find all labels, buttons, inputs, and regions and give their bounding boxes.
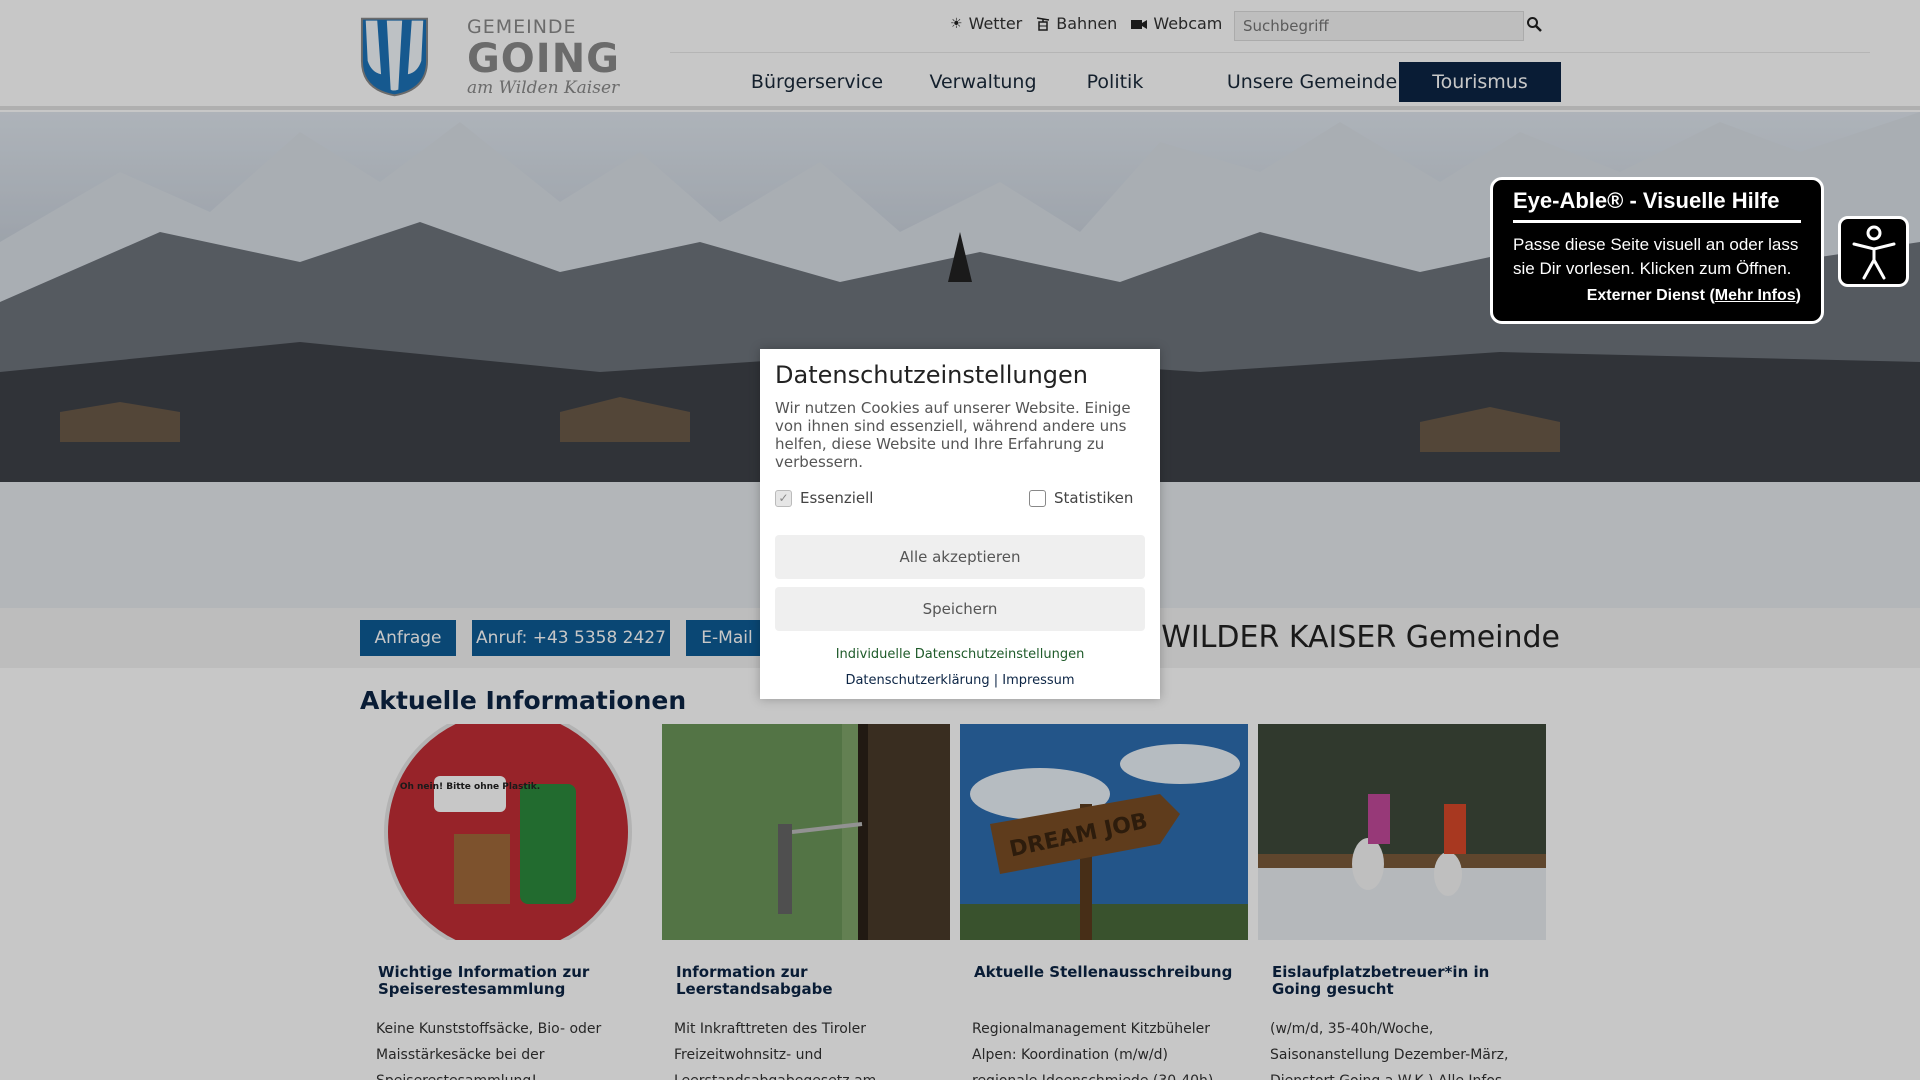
statistics-checkbox[interactable]	[1029, 489, 1046, 507]
legal-links: Datenschutzerklärung | Impressum	[775, 673, 1145, 688]
save-button[interactable]: Speichern	[775, 587, 1145, 631]
eye-able-footer-prefix: Externer Dienst (	[1586, 287, 1715, 304]
eye-able-more-info-link[interactable]: Mehr Infos	[1715, 287, 1796, 304]
eye-able-footer: Externer Dienst (Mehr Infos)	[1513, 287, 1801, 305]
accept-all-button[interactable]: Alle akzeptieren	[775, 535, 1145, 579]
essential-option: ✓ Essenziell	[775, 489, 873, 507]
privacy-link[interactable]: Datenschutzerklärung	[845, 673, 989, 688]
eye-able-tooltip[interactable]: Eye-Able® - Visuelle Hilfe Passe diese S…	[1490, 177, 1824, 324]
essential-label: Essenziell	[800, 489, 874, 507]
dialog-text: Wir nutzen Cookies auf unserer Website. …	[775, 399, 1131, 471]
separator: |	[993, 673, 999, 688]
eye-able-footer-suffix: )	[1795, 287, 1801, 304]
eye-able-title: Eye-Able® - Visuelle Hilfe	[1513, 188, 1801, 223]
eye-able-button[interactable]	[1838, 216, 1909, 287]
statistics-label[interactable]: Statistiken	[1054, 489, 1133, 507]
statistics-option[interactable]: Statistiken	[1029, 489, 1133, 507]
accessibility-icon	[1852, 225, 1895, 279]
cookie-consent-dialog: Datenschutzeinstellungen Wir nutzen Cook…	[760, 349, 1160, 699]
individual-settings-link[interactable]: Individuelle Datenschutzeinstellungen	[775, 647, 1145, 662]
imprint-link[interactable]: Impressum	[1002, 673, 1074, 688]
essential-checkbox: ✓	[775, 489, 792, 507]
dialog-title: Datenschutzeinstellungen	[775, 361, 1088, 389]
eye-able-text: Passe diese Seite visuell an oder lass s…	[1513, 235, 1799, 278]
cookie-options: ✓ Essenziell Statistiken	[775, 489, 1145, 513]
